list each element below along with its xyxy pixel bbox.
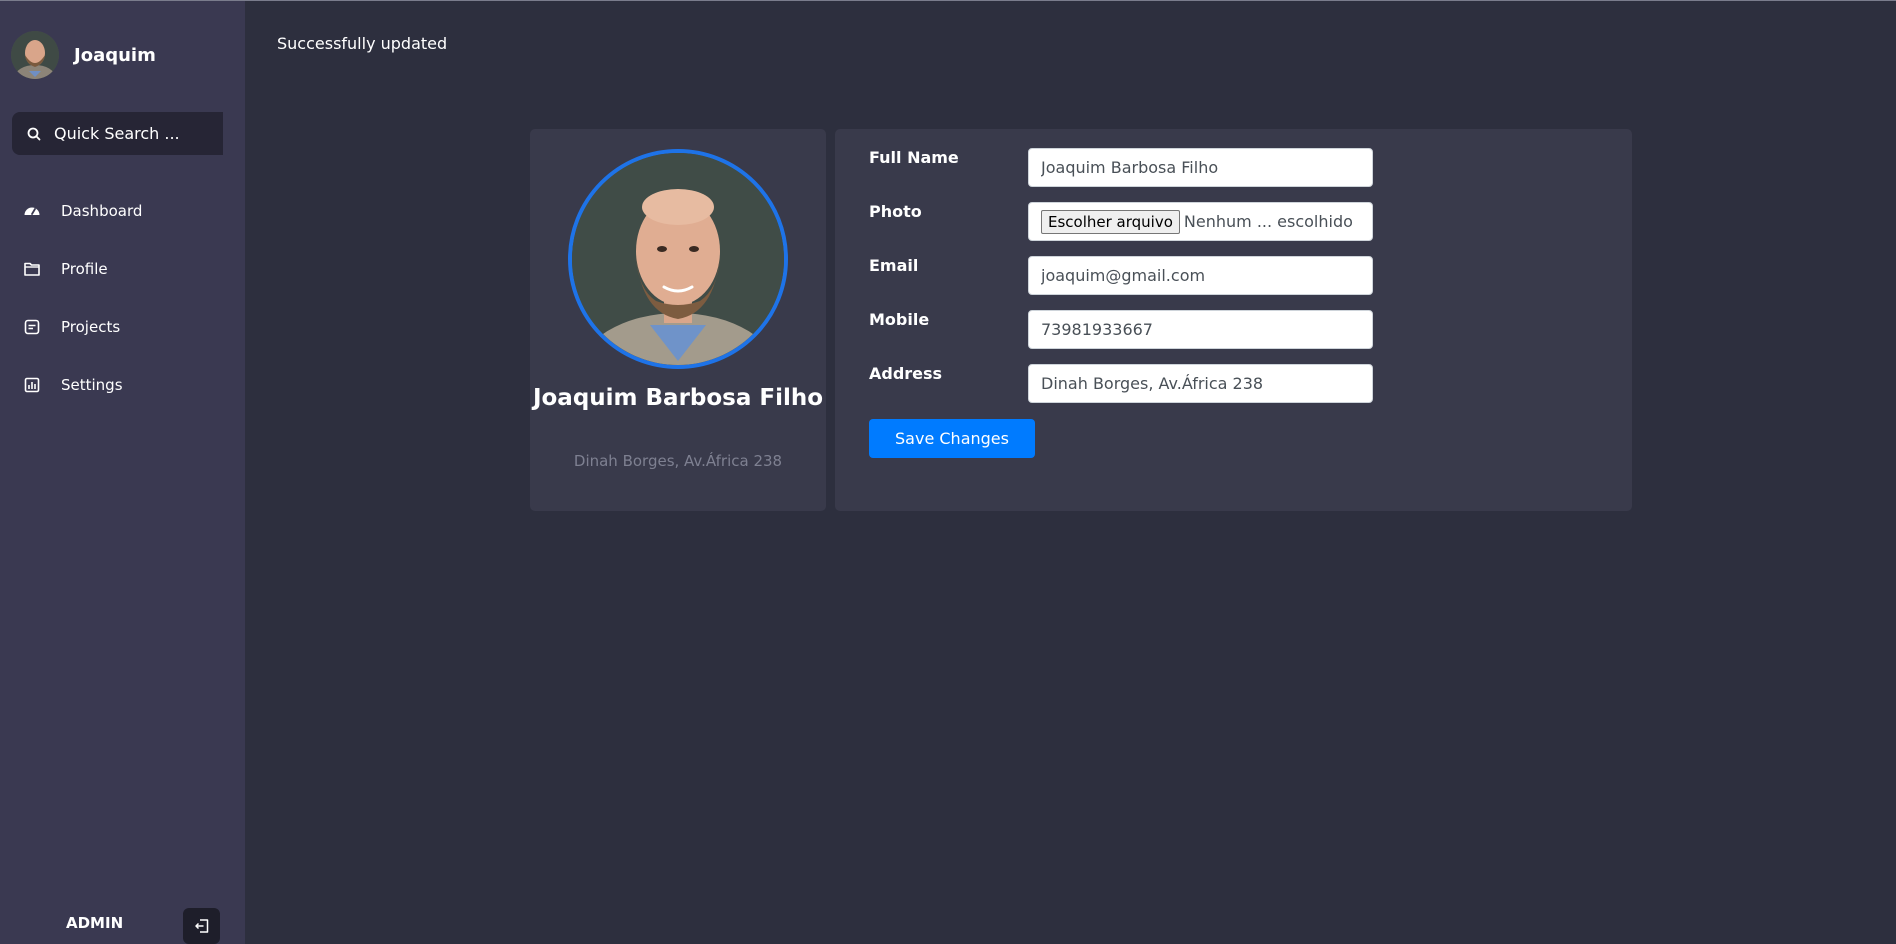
user-header: Joaquim <box>11 31 156 79</box>
quick-search[interactable] <box>12 112 223 155</box>
profile-card: Joaquim Barbosa Filho Dinah Borges, Av.Á… <box>530 129 826 511</box>
sidebar-nav: Dashboard Profile Projects Settings <box>0 182 245 414</box>
email-label: Email <box>869 256 919 275</box>
full-name-field[interactable] <box>1028 148 1373 187</box>
note-icon <box>23 318 41 336</box>
address-label: Address <box>869 364 943 383</box>
photo-label: Photo <box>869 202 922 221</box>
bar-chart-icon <box>23 376 41 394</box>
sidebar: Joaquim Dashboard Prof <box>0 1 245 944</box>
user-name: Joaquim <box>74 44 156 66</box>
logout-icon <box>194 919 208 933</box>
logout-button[interactable] <box>183 908 220 944</box>
form-row-email: Email <box>869 256 1609 296</box>
search-icon <box>27 127 41 140</box>
sidebar-item-profile[interactable]: Profile <box>0 240 245 298</box>
file-status: Nenhum ... escolhido <box>1183 212 1353 231</box>
form-row-address: Address <box>869 364 1609 404</box>
profile-address: Dinah Borges, Av.África 238 <box>573 452 783 470</box>
mobile-field[interactable] <box>1028 310 1373 349</box>
address-field[interactable] <box>1028 364 1373 403</box>
mobile-label: Mobile <box>869 310 930 329</box>
form-row-mobile: Mobile <box>869 310 1609 350</box>
form-row-photo: Photo Escolher arquivo Nenhum ... escolh… <box>869 202 1609 242</box>
top-border <box>0 0 1896 1</box>
full-name-label: Full Name <box>869 148 959 167</box>
search-input[interactable] <box>54 124 214 143</box>
profile-avatar <box>568 149 788 369</box>
profile-form-card: Full Name Photo Escolher arquivo Nenhum … <box>835 129 1632 511</box>
folder-icon <box>23 260 41 278</box>
role-label: ADMIN <box>66 914 124 932</box>
sidebar-item-settings[interactable]: Settings <box>0 356 245 414</box>
email-field[interactable] <box>1028 256 1373 295</box>
sidebar-footer: ADMIN <box>0 906 245 944</box>
avatar-photo <box>11 31 59 79</box>
photo-file-input[interactable]: Escolher arquivo Nenhum ... escolhido <box>1028 202 1373 241</box>
sidebar-item-label: Settings <box>61 376 123 394</box>
status-message: Successfully updated <box>277 34 448 53</box>
form-row-full-name: Full Name <box>869 148 1609 188</box>
sidebar-item-label: Profile <box>61 260 108 278</box>
save-changes-button[interactable]: Save Changes <box>869 419 1035 458</box>
choose-file-button[interactable]: Escolher arquivo <box>1041 209 1180 234</box>
sidebar-item-label: Projects <box>61 318 121 336</box>
sidebar-item-projects[interactable]: Projects <box>0 298 245 356</box>
sidebar-item-label: Dashboard <box>61 202 143 220</box>
profile-name: Joaquim Barbosa Filho <box>532 385 824 411</box>
gauge-icon <box>23 202 41 220</box>
sidebar-item-dashboard[interactable]: Dashboard <box>0 182 245 240</box>
profile-photo <box>572 153 784 365</box>
avatar[interactable] <box>11 31 59 79</box>
